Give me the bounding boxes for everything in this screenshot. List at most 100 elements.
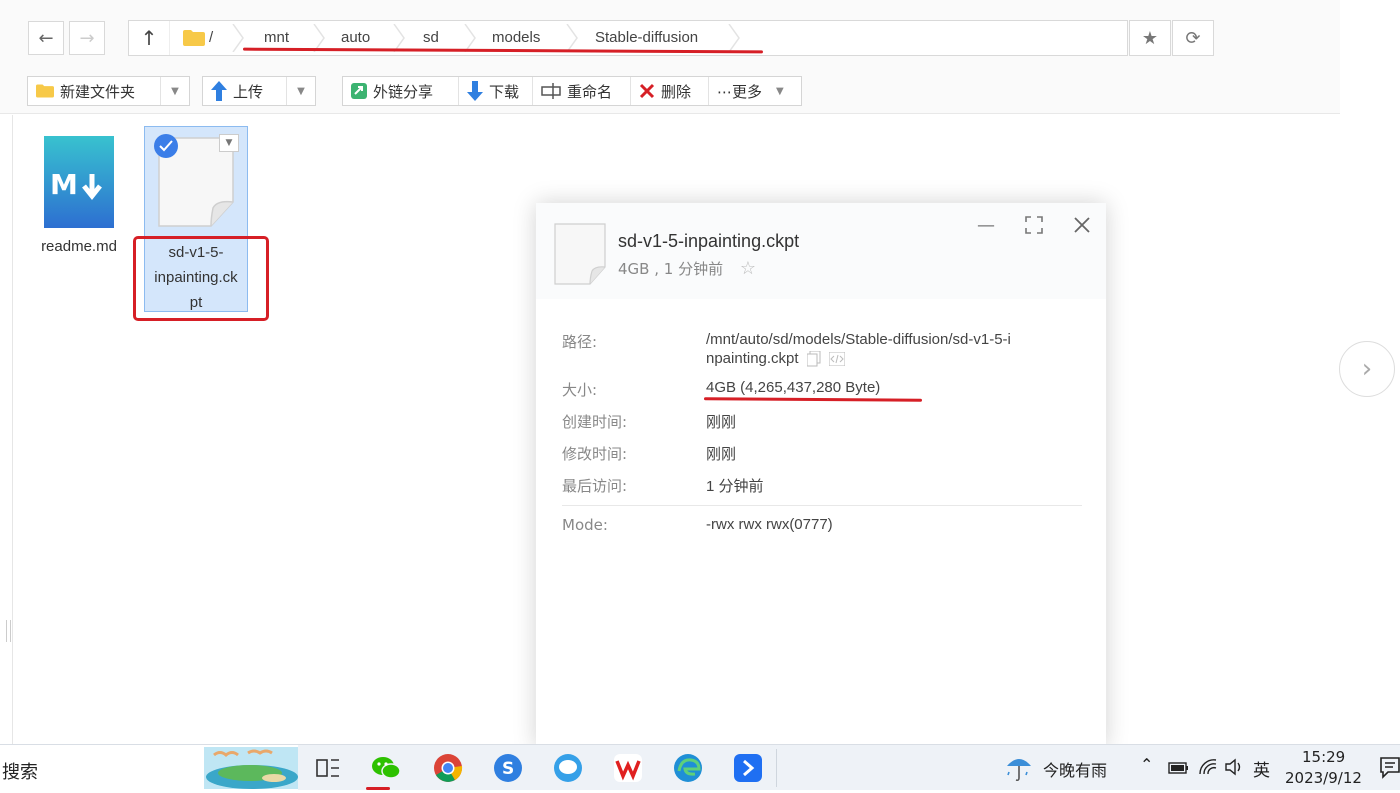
upload-dropdown[interactable]: ▼ bbox=[287, 77, 315, 105]
upload-label: 上传 bbox=[233, 82, 264, 101]
battery-icon[interactable] bbox=[1168, 760, 1190, 779]
close-button[interactable] bbox=[1070, 213, 1094, 237]
file-name: readme.md bbox=[41, 238, 117, 255]
annotation-box-filename bbox=[133, 236, 269, 321]
input-method-indicator[interactable]: 英 bbox=[1253, 756, 1270, 781]
dialog-title: sd-v1-5-inpainting.ckpt bbox=[618, 231, 800, 251]
breadcrumb-separator bbox=[727, 24, 741, 52]
arrow-left-icon: ← bbox=[38, 27, 54, 49]
rain-umbrella-icon[interactable] bbox=[1004, 754, 1034, 782]
rename-button[interactable]: 重命名 bbox=[533, 77, 631, 105]
more-button[interactable]: ⋯更多 ▼ bbox=[709, 77, 801, 105]
download-button[interactable]: 下载 bbox=[459, 77, 533, 105]
annotation-underline-size bbox=[703, 397, 923, 402]
share-icon bbox=[351, 83, 367, 99]
notification-icon[interactable] bbox=[1380, 757, 1400, 783]
maximize-button[interactable] bbox=[1022, 213, 1046, 237]
path-value-line: /mnt/auto/sd/models/Stable-diffusion/sd-… bbox=[706, 331, 1011, 348]
task-view-icon[interactable] bbox=[312, 752, 344, 784]
delete-button[interactable]: 删除 bbox=[631, 77, 709, 105]
back-button[interactable]: ← bbox=[28, 21, 64, 55]
share-link-button[interactable]: 外链分享 bbox=[343, 77, 459, 105]
modified-value: 刚刚 bbox=[706, 446, 737, 463]
maximize-icon bbox=[1025, 216, 1043, 234]
chevron-right-icon: › bbox=[1361, 354, 1373, 384]
forward-button[interactable]: → bbox=[69, 21, 105, 55]
mode-label: Mode: bbox=[562, 516, 608, 534]
svg-text:S: S bbox=[502, 759, 514, 779]
svg-text:M: M bbox=[50, 168, 78, 201]
selected-check-icon[interactable] bbox=[154, 134, 178, 158]
edge-icon[interactable] bbox=[672, 752, 704, 784]
created-value: 刚刚 bbox=[706, 414, 737, 431]
minimize-button[interactable]: — bbox=[974, 213, 998, 237]
star-outline-icon[interactable]: ☆ bbox=[740, 258, 756, 279]
star-icon: ★ bbox=[1141, 27, 1159, 49]
next-button[interactable]: › bbox=[1339, 341, 1395, 397]
rename-label: 重命名 bbox=[567, 82, 613, 101]
new-folder-dropdown[interactable]: ▼ bbox=[161, 77, 189, 105]
chrome-icon[interactable] bbox=[432, 752, 464, 784]
code-icon[interactable] bbox=[828, 351, 845, 366]
upload-button[interactable]: 上传 bbox=[203, 77, 287, 105]
path-label: 路径: bbox=[562, 333, 598, 351]
dialog-subtitle-text: 4GB , 1 分钟前 bbox=[618, 260, 724, 278]
mode-value: -rwx rwx rwx(0777) bbox=[706, 516, 833, 533]
show-hidden-icons-chevron-icon[interactable]: ⌃ bbox=[1140, 755, 1153, 774]
volume-icon[interactable] bbox=[1224, 758, 1244, 780]
chevron-down-icon: ▼ bbox=[776, 85, 784, 97]
taskbar: 搜索 S 今晚有雨 ⌃ 英 15:29 2023/9/12 bbox=[0, 744, 1400, 790]
minimize-icon: — bbox=[977, 214, 995, 236]
size-label: 大小: bbox=[562, 381, 598, 399]
file-menu-dropdown[interactable]: ▼ bbox=[219, 134, 239, 152]
wps-icon[interactable] bbox=[612, 752, 644, 784]
more-label: ⋯更多 bbox=[717, 82, 763, 101]
created-label: 创建时间: bbox=[562, 413, 628, 431]
taskbar-search[interactable]: 搜索 bbox=[0, 745, 298, 790]
delete-label: 删除 bbox=[661, 82, 692, 101]
accessed-value: 1 分钟前 bbox=[706, 478, 764, 495]
new-folder-button[interactable]: 新建文件夹 bbox=[28, 77, 161, 105]
copy-icon[interactable] bbox=[806, 350, 821, 367]
up-button[interactable]: ↑ bbox=[129, 21, 170, 55]
chevron-down-icon: ▼ bbox=[225, 138, 233, 148]
taskbar-divider bbox=[776, 749, 777, 787]
path-value: /mnt/auto/sd/models/Stable-diffusion/sd-… bbox=[706, 331, 1011, 367]
refresh-button[interactable]: ⟳ bbox=[1172, 20, 1214, 56]
markdown-file-icon: M bbox=[44, 136, 114, 228]
breadcrumb-separator bbox=[463, 24, 477, 52]
wechat-icon[interactable] bbox=[370, 752, 402, 784]
chat-bubble-app-icon[interactable] bbox=[552, 752, 584, 784]
properties-dialog: sd-v1-5-inpainting.ckpt 4GB , 1 分钟前 ☆ — … bbox=[536, 203, 1106, 748]
wifi-icon[interactable] bbox=[1198, 758, 1218, 780]
dialog-subtitle: 4GB , 1 分钟前 ☆ bbox=[618, 258, 756, 279]
download-label: 下载 bbox=[489, 82, 520, 101]
path-value-line: npainting.ckpt bbox=[706, 350, 799, 367]
clock-date[interactable]: 2023/9/12 bbox=[1285, 769, 1362, 787]
close-icon bbox=[1074, 217, 1090, 233]
island-illustration-icon bbox=[204, 747, 298, 789]
divider bbox=[562, 505, 1082, 506]
upload-group: 上传 ▼ bbox=[202, 76, 316, 106]
favorite-button[interactable]: ★ bbox=[1129, 20, 1171, 56]
chevron-down-icon: ▼ bbox=[297, 85, 305, 97]
accessed-label: 最后访问: bbox=[562, 477, 628, 495]
size-value: 4GB (4,265,437,280 Byte) bbox=[706, 379, 881, 396]
folder-icon bbox=[183, 30, 205, 46]
clock-time[interactable]: 15:29 bbox=[1302, 748, 1345, 766]
breadcrumb-root[interactable]: / bbox=[209, 21, 213, 55]
arrow-right-icon: → bbox=[79, 27, 95, 49]
file-actions-group: 外链分享 下载 重命名 删除 ⋯更多 ▼ bbox=[342, 76, 802, 106]
resize-handle[interactable] bbox=[6, 620, 11, 642]
modified-label: 修改时间: bbox=[562, 445, 628, 463]
delete-x-icon bbox=[639, 83, 655, 99]
feishu-app-icon[interactable] bbox=[732, 752, 764, 784]
new-folder-group: 新建文件夹 ▼ bbox=[27, 76, 190, 106]
path-value-line-wrap: npainting.ckpt bbox=[706, 350, 1011, 367]
folder-icon bbox=[36, 84, 54, 98]
file-item-readme[interactable]: M readme.md bbox=[30, 136, 128, 255]
weather-text[interactable]: 今晚有雨 bbox=[1043, 757, 1107, 781]
sogou-icon[interactable]: S bbox=[492, 752, 524, 784]
rename-icon bbox=[541, 83, 561, 99]
share-link-label: 外链分享 bbox=[373, 82, 434, 101]
